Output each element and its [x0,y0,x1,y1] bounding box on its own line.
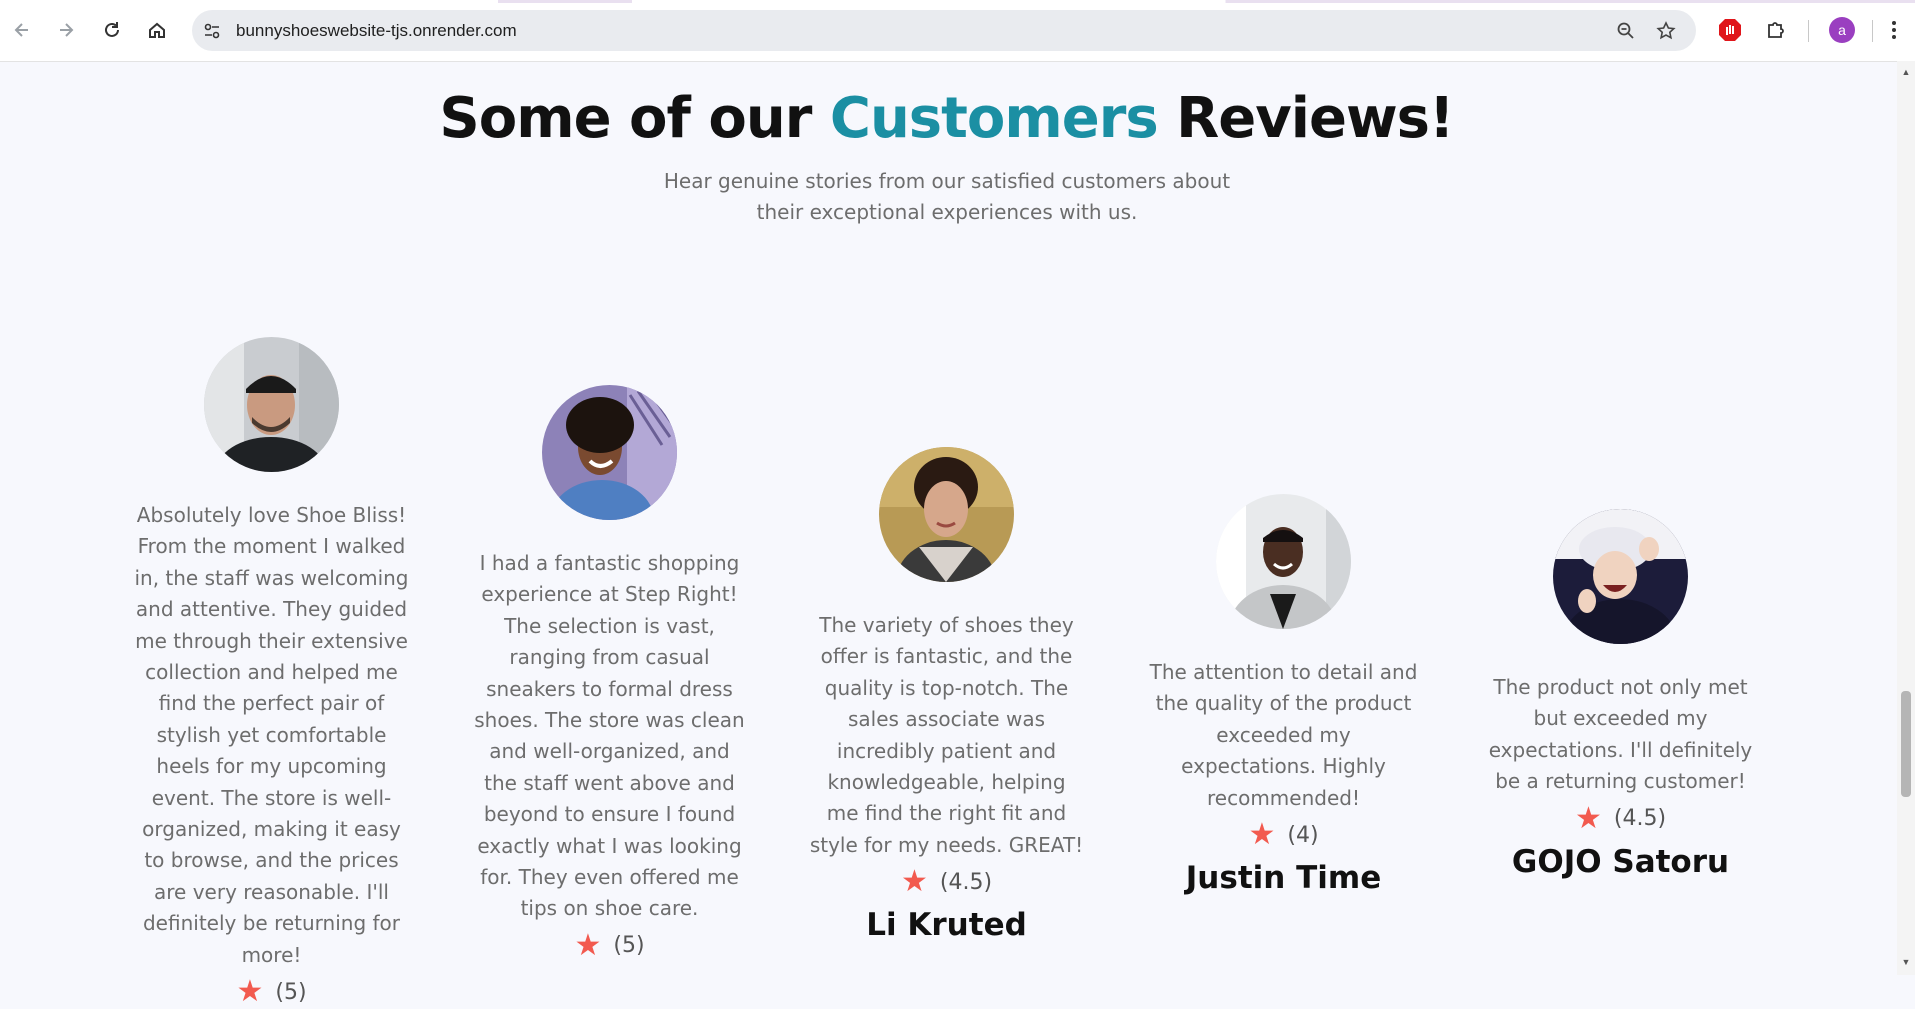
review-text: Absolutely love Shoe Bliss! From the mom… [134,503,409,967]
star-icon: ★ [574,927,602,963]
review-rating: ★ (5) [472,927,747,963]
toolbar-divider [1808,20,1809,42]
review-card-1: Absolutely love Shoe Bliss! From the mom… [134,337,409,1007]
customer-name: Li Kruted [866,907,1027,944]
page-scrollbar[interactable]: ▲ ▼ [1897,61,1915,975]
tab-strip-edge [0,0,1915,3]
review-card-5: The product not only met but exceeded my… [1483,509,1758,880]
site-info-icon[interactable] [200,19,224,43]
star-icon: ★ [1574,800,1602,836]
url-text[interactable]: bunnyshoeswebsite-tjs.onrender.com [236,21,517,41]
review-card-3: The variety of shoes they offer is fanta… [809,447,1084,943]
reload-icon[interactable] [96,14,128,46]
rating-value: (5) [613,933,645,959]
review-rating: ★ (4) [1146,820,1421,850]
rating-value: (5) [275,979,307,1005]
profile-initial: a [1829,17,1855,43]
back-arrow-icon[interactable] [6,14,38,46]
scroll-up-arrow-icon[interactable]: ▲ [1901,67,1911,77]
customer-avatar [542,385,677,520]
star-icon: ★ [236,974,264,1009]
address-bar[interactable]: bunnyshoeswebsite-tjs.onrender.com [192,10,1696,51]
rating-value: (4.5) [939,869,993,895]
scroll-down-arrow-icon[interactable]: ▼ [1901,957,1911,967]
review-rating: ★ (5) [134,977,409,1007]
customer-avatar [1553,509,1688,644]
browser-toolbar: bunnyshoeswebsite-tjs.onrender.com a [0,0,1915,62]
bookmark-star-icon[interactable] [1654,19,1678,43]
customer-name: Justin Time [1185,860,1382,897]
adblock-extension-icon[interactable] [1714,14,1746,46]
review-card-2: I had a fantastic shopping experience at… [472,385,747,961]
profile-avatar[interactable]: a [1826,14,1858,46]
section-subtitle: Hear genuine stories from our satisfied … [663,169,1231,224]
review-text: I had a fantastic shopping experience at… [474,551,745,921]
more-menu-icon[interactable] [1878,14,1910,46]
review-card-4: The attention to detail and the quality … [1146,494,1421,896]
rating-value: (4) [1287,822,1319,848]
customer-avatar [204,337,339,472]
review-text: The product not only met but exceeded my… [1488,675,1753,794]
star-icon: ★ [1248,817,1276,853]
review-rating: ★ (4.5) [809,867,1084,897]
extensions-puzzle-icon[interactable] [1760,14,1792,46]
star-icon: ★ [900,864,928,900]
home-icon[interactable] [141,14,173,46]
review-rating: ★ (4.5) [1483,800,1758,836]
customer-name: GOJO Satoru [1511,843,1730,880]
forward-arrow-icon[interactable] [50,14,82,46]
rating-value: (4.5) [1613,806,1667,832]
customer-avatar [879,447,1014,582]
title-suffix: Reviews! [1157,86,1454,151]
title-accent: Customers [829,86,1159,151]
zoom-icon[interactable] [1614,19,1638,43]
review-text: The attention to detail and the quality … [1149,660,1418,810]
title-prefix: Some of our [439,86,830,151]
toolbar-divider-2 [1872,20,1873,42]
scrollbar-thumb[interactable] [1901,691,1911,797]
review-text: The variety of shoes they offer is fanta… [809,613,1084,857]
section-title: Some of our Customers Reviews! [0,86,1893,151]
customer-avatar [1216,494,1351,629]
